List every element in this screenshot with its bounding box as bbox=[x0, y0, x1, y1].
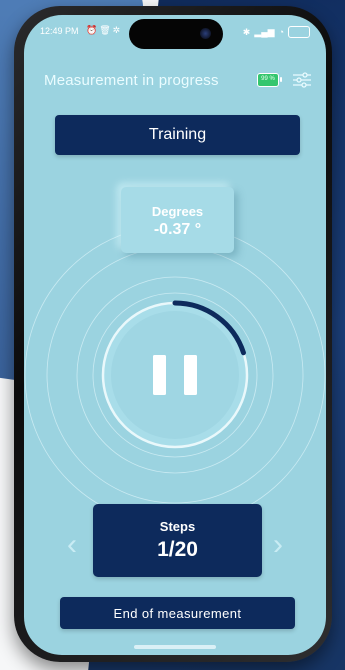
pause-bar-left bbox=[153, 355, 166, 395]
signal-icon: ▂▄▆ bbox=[254, 26, 275, 37]
degrees-label: Degrees bbox=[151, 204, 204, 219]
status-time: 12:49 PM bbox=[40, 26, 79, 36]
previous-step-arrow[interactable]: ‹ bbox=[67, 530, 77, 560]
app-screen: 12:49 PM ⏰🗑✲ ✱ ▂▄▆ ◔ Measurement in prog… bbox=[24, 15, 326, 655]
trash-icon: 🗑 bbox=[99, 25, 113, 35]
bluetooth-icon: ✱ bbox=[242, 26, 251, 37]
end-measurement-button[interactable]: End of measurement bbox=[60, 597, 295, 629]
steps-label: Steps bbox=[159, 519, 196, 534]
wifi-icon: ◔ bbox=[278, 27, 284, 37]
end-measurement-label: End of measurement bbox=[113, 605, 242, 621]
training-label: Training bbox=[148, 126, 207, 143]
alarm-icon: ⏰ bbox=[86, 25, 100, 35]
battery-icon bbox=[288, 26, 310, 38]
progress-rings bbox=[24, 224, 326, 526]
degrees-card: Degrees -0.37 ° bbox=[121, 187, 234, 253]
home-indicator bbox=[134, 645, 216, 649]
steps-value: 1/20 bbox=[157, 538, 198, 561]
camera-notch bbox=[129, 19, 223, 49]
app-header: Measurement in progress 99 % bbox=[44, 69, 312, 93]
status-right-icons: ✱ ▂▄▆ ◔ bbox=[243, 26, 310, 38]
sliders-icon[interactable] bbox=[292, 70, 312, 90]
gear-icon: ✲ bbox=[112, 25, 123, 35]
pause-button-face bbox=[111, 311, 239, 439]
next-step-arrow[interactable]: › bbox=[273, 530, 283, 560]
degrees-value: -0.37 ° bbox=[153, 221, 202, 238]
steps-counter: Steps 1/20 bbox=[93, 504, 262, 577]
pause-bar-right bbox=[184, 355, 197, 395]
training-button[interactable]: Training bbox=[55, 115, 300, 155]
device-battery-badge: 99 % bbox=[257, 73, 282, 87]
status-left-icons: ⏰🗑✲ bbox=[86, 25, 122, 36]
page-title: Measurement in progress bbox=[44, 72, 219, 89]
front-camera bbox=[200, 28, 211, 39]
